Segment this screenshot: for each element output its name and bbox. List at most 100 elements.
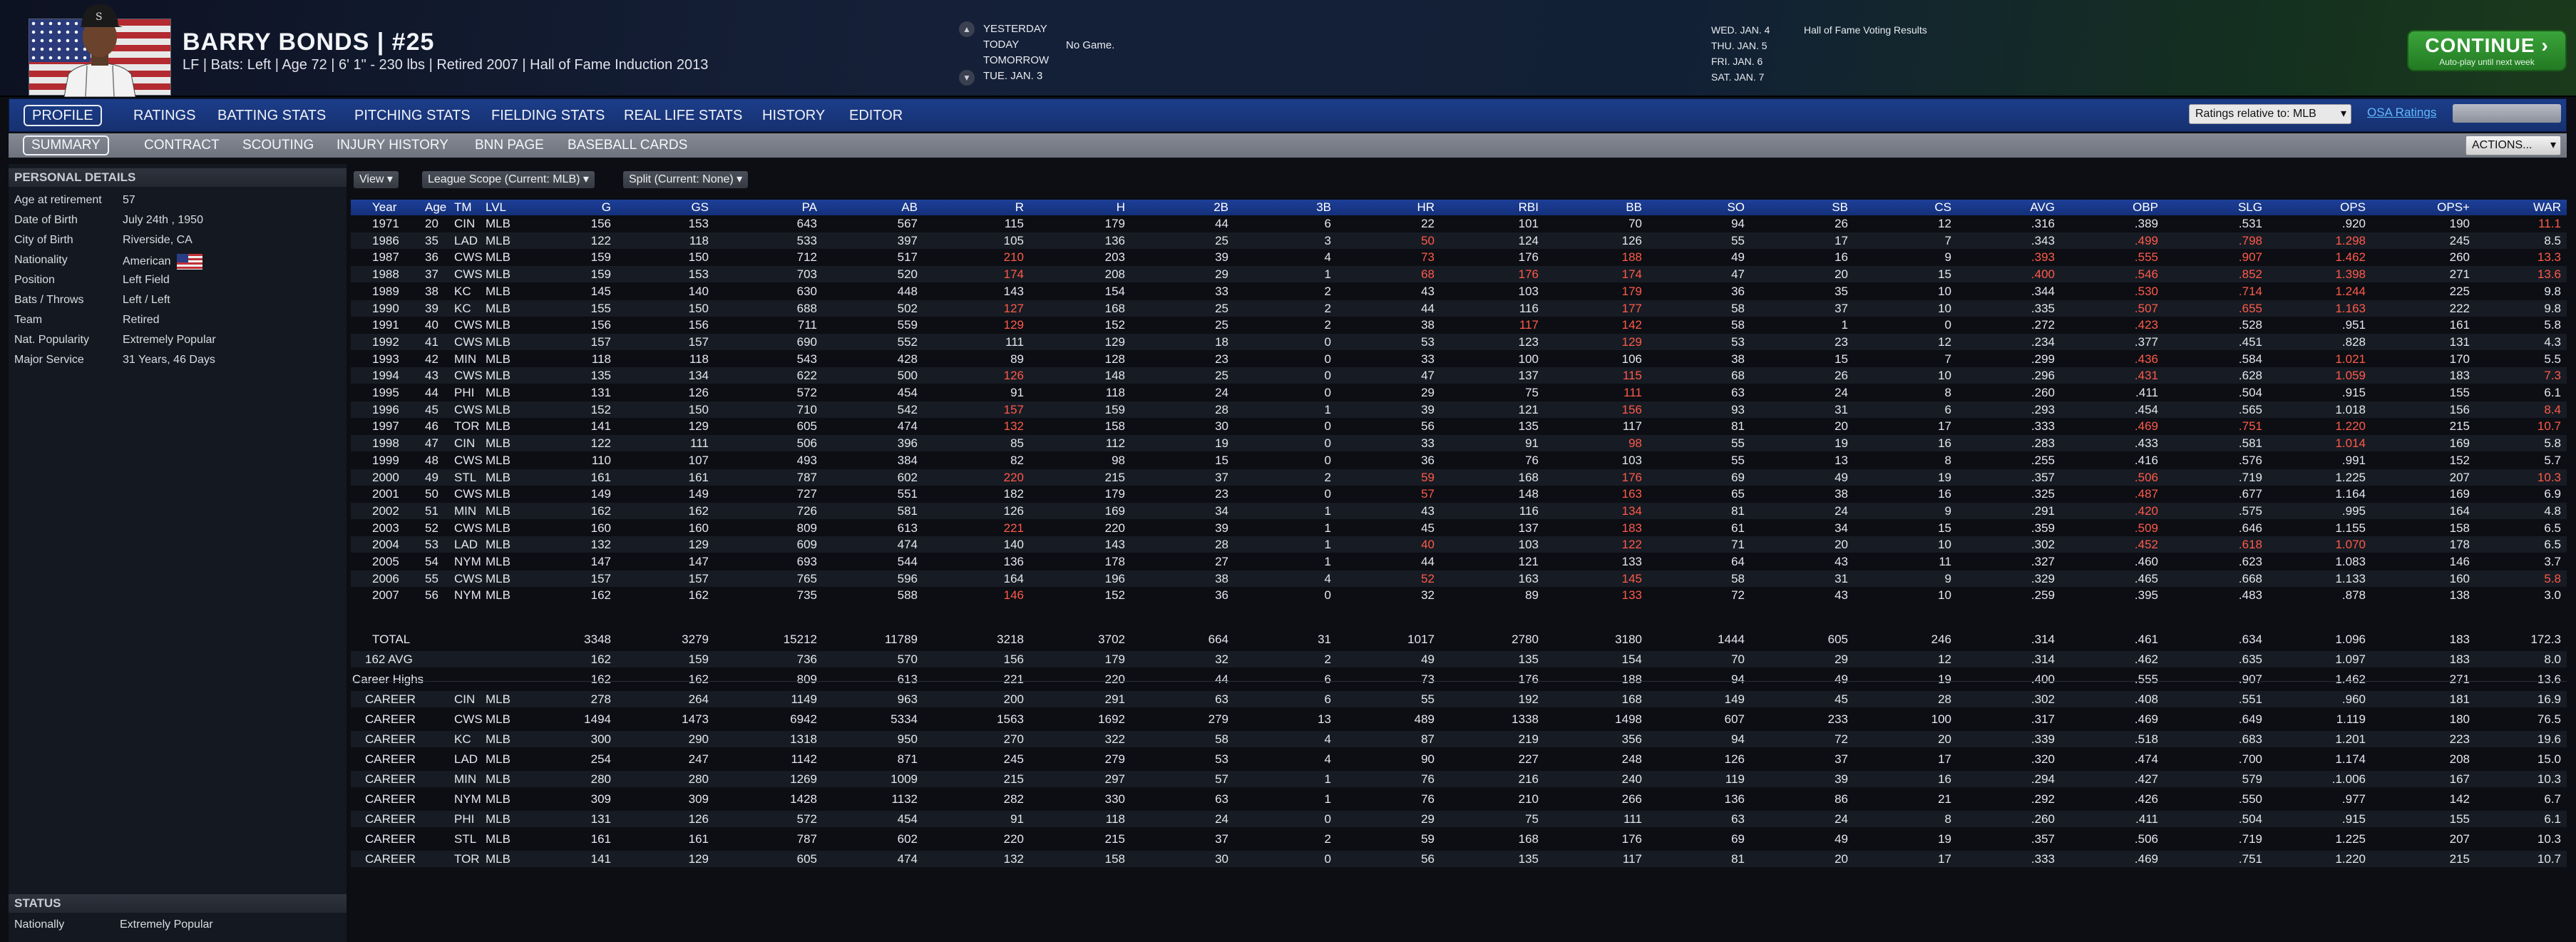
cell-obp: .499 — [2134, 233, 2158, 247]
column-header-g[interactable]: G — [602, 200, 611, 215]
cell-team[interactable]: CWS — [454, 334, 483, 350]
day-tomorrow[interactable]: TOMORROW — [983, 54, 1049, 66]
cell-team[interactable]: CWS — [454, 266, 483, 282]
league-scope-dropdown[interactable]: League Scope (Current: MLB) ▾ — [422, 171, 595, 188]
tab-scouting[interactable]: SCOUTING — [235, 135, 321, 155]
column-header-h[interactable]: H — [1117, 200, 1125, 215]
column-header-slg[interactable]: SLG — [2238, 200, 2262, 215]
column-header-team[interactable]: TM — [454, 200, 472, 215]
cell-pa: 712 — [796, 250, 817, 265]
view-dropdown[interactable]: View ▾ — [354, 171, 399, 188]
cell-ab: 542 — [897, 402, 918, 416]
column-header-sb[interactable]: SB — [1832, 200, 1848, 215]
column-header-so[interactable]: SO — [1727, 200, 1745, 215]
cell-team[interactable]: CWS — [454, 367, 483, 384]
split-dropdown[interactable]: Split (Current: None) ▾ — [623, 171, 749, 188]
cell-team[interactable]: NYM — [454, 587, 481, 603]
cell-team[interactable]: CWS — [454, 570, 483, 587]
cell-team[interactable]: TOR — [454, 418, 480, 434]
cell-so: 47 — [1731, 267, 1745, 282]
ratings-toggle[interactable] — [2453, 104, 2561, 123]
calendar-event[interactable]: Hall of Fame Voting Results — [1804, 24, 1927, 36]
chevron-down-icon[interactable]: ▼ — [959, 70, 975, 86]
day-yesterday[interactable]: YESTERDAY — [983, 23, 1047, 35]
column-header-avg[interactable]: AVG — [2030, 200, 2055, 215]
cell-avg: .316 — [2031, 217, 2055, 230]
cell-level: MLB — [486, 752, 510, 767]
column-header-doubles[interactable]: 2B — [1213, 200, 1228, 215]
cell-h: 136 — [1104, 233, 1125, 247]
cell-year: 2006 — [372, 571, 399, 585]
cell-r: 143 — [1003, 284, 1024, 298]
cell-team[interactable]: MIN — [454, 351, 476, 367]
tab-profile[interactable]: PROFILE — [24, 105, 102, 126]
cell-team[interactable]: PHI — [454, 384, 474, 401]
cell-team[interactable]: CWS — [454, 486, 483, 502]
tab-history[interactable]: HISTORY — [755, 105, 832, 126]
cell-hr: 43 — [1421, 284, 1435, 298]
column-header-triples[interactable]: 3B — [1316, 200, 1331, 215]
cell-g: 162 — [590, 652, 611, 667]
cell-ab: 384 — [897, 453, 918, 467]
column-header-age[interactable]: Age — [425, 200, 446, 215]
tab-fielding-stats[interactable]: FIELDING STATS — [484, 105, 612, 126]
tab-summary[interactable]: SUMMARY — [23, 135, 109, 155]
cell-ops: 1.083 — [2335, 555, 2366, 568]
cell-cs: 9 — [1944, 571, 1951, 585]
tab-real-life-stats[interactable]: REAL LIFE STATS — [617, 105, 749, 126]
cell-team[interactable]: CWS — [454, 401, 483, 418]
cell-year: CAREER — [365, 772, 416, 787]
cell-team[interactable]: MIN — [454, 503, 476, 519]
tab-editor[interactable]: EDITOR — [842, 105, 910, 126]
tab-contract[interactable]: CONTRACT — [137, 135, 227, 155]
column-header-bb[interactable]: BB — [1626, 200, 1642, 215]
tab-injury-history[interactable]: INJURY HISTORY — [329, 135, 456, 155]
column-header-level[interactable]: LVL — [486, 200, 506, 215]
column-header-hr[interactable]: HR — [1417, 200, 1435, 215]
cell-team[interactable]: CWS — [454, 520, 483, 536]
actions-menu-button[interactable]: ACTIONS... ▾ — [2465, 135, 2561, 155]
cell-team[interactable]: CWS — [454, 249, 483, 265]
cell-cs: 0 — [1944, 318, 1951, 332]
summary-row: Career Highs 162 162 809 613 221 220 44 6 73 176 18… — [351, 671, 2567, 687]
cell-h: 152 — [1104, 318, 1125, 332]
column-header-ab[interactable]: AB — [901, 200, 918, 215]
column-header-ops[interactable]: OPS — [2340, 200, 2366, 215]
cell-war: 7.3 — [2544, 369, 2561, 383]
cell-ops-plus: 146 — [2449, 555, 2470, 568]
column-header-pa[interactable]: PA — [802, 200, 817, 215]
column-header-gs[interactable]: GS — [691, 200, 709, 215]
cell-team[interactable]: CIN — [454, 215, 475, 232]
cell-team[interactable]: STL — [454, 469, 476, 486]
continue-button[interactable]: CONTINUE › Auto-play until next week — [2407, 30, 2567, 71]
day-today[interactable]: TODAY — [983, 39, 1019, 51]
column-header-cs[interactable]: CS — [1934, 200, 1951, 215]
tab-baseball-cards[interactable]: BASEBALL CARDS — [560, 135, 694, 155]
column-header-war[interactable]: WAR — [2533, 200, 2561, 215]
day-date[interactable]: TUE. JAN. 3 — [983, 70, 1042, 82]
column-header-r[interactable]: R — [1015, 200, 1024, 215]
cell-team[interactable]: CWS — [454, 317, 483, 333]
cell-obp: .469 — [2134, 852, 2158, 866]
cell-team[interactable]: CWS — [454, 452, 483, 469]
cell-r: 221 — [1003, 672, 1024, 687]
chevron-up-icon[interactable]: ▲ — [959, 21, 975, 37]
cell-team[interactable]: LAD — [454, 232, 478, 249]
cell-team[interactable]: KC — [454, 283, 471, 300]
tab-pitching-stats[interactable]: PITCHING STATS — [347, 105, 478, 126]
cell-team[interactable]: LAD — [454, 536, 478, 553]
tab-ratings[interactable]: RATINGS — [126, 105, 202, 126]
cell-sb: 49 — [1834, 672, 1848, 687]
cell-team[interactable]: NYM — [454, 553, 481, 570]
column-header-rbi[interactable]: RBI — [1519, 200, 1539, 215]
cell-team[interactable]: KC — [454, 300, 471, 317]
cell-team[interactable]: CIN — [454, 435, 475, 451]
cell-avg: .329 — [2031, 571, 2055, 585]
tab-batting-stats[interactable]: BATTING STATS — [210, 105, 333, 126]
tab-bnn-page[interactable]: BNN PAGE — [468, 135, 551, 155]
column-header-ops-plus[interactable]: OPS+ — [2437, 200, 2470, 215]
column-header-year[interactable]: Year — [372, 200, 396, 215]
column-header-obp[interactable]: OBP — [2133, 200, 2158, 215]
osa-ratings-link[interactable]: OSA Ratings — [2367, 106, 2436, 120]
ratings-relative-select[interactable]: Ratings relative to: MLB ▾ — [2189, 104, 2351, 124]
